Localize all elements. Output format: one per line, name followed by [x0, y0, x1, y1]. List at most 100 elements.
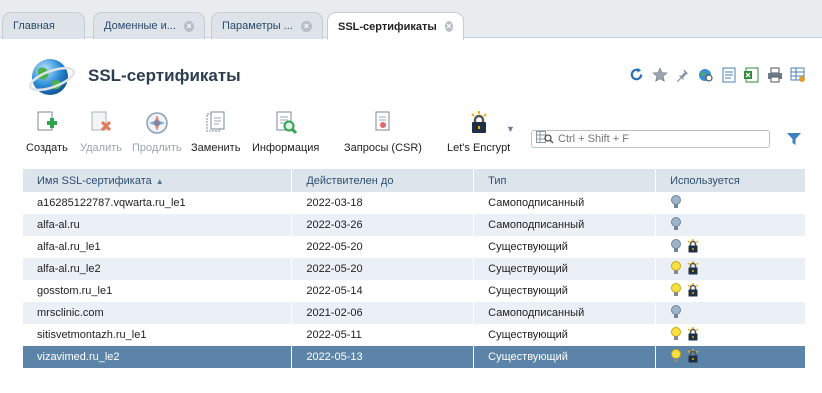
certificate-name: alfa-al.ru_le2 [23, 258, 293, 280]
valid-until: 2022-03-26 [291, 214, 475, 236]
csr-requests-button[interactable]: Запросы (CSR) [344, 110, 422, 158]
valid-until: 2022-05-20 [291, 236, 475, 258]
valid-until: 2021-02-06 [291, 302, 475, 324]
add-document-icon [34, 110, 60, 136]
lock-icon [466, 110, 492, 136]
table-row[interactable]: alfa-al.ru_le1 2022-05-20 Существующий [23, 236, 806, 258]
certificate-name: vizavimed.ru_le2 [23, 346, 293, 368]
search-input[interactable] [558, 133, 768, 145]
lets-encrypt-button[interactable]: Let's Encrypt [447, 110, 510, 158]
refresh-icon[interactable] [628, 66, 645, 83]
certificate-type: Самоподписанный [473, 192, 657, 214]
valid-until: 2022-05-13 [291, 346, 475, 368]
certificate-name: a16285122787.vqwarta.ru_le1 [23, 192, 293, 214]
valid-until: 2022-05-14 [291, 280, 475, 302]
column-header-valid-until[interactable]: Действителен до [291, 169, 475, 192]
used-status [655, 280, 806, 302]
tab-label: SSL-сертификаты [338, 20, 437, 33]
pin-icon[interactable] [674, 66, 691, 83]
certificate-name: alfa-al.ru_le1 [23, 236, 293, 258]
replace-document-icon [203, 110, 229, 136]
used-status [655, 236, 806, 258]
tab-home[interactable]: Главная [2, 12, 85, 39]
certificate-type: Существующий [473, 280, 657, 302]
chevron-down-icon[interactable]: ▼ [506, 124, 515, 134]
search-box[interactable] [531, 130, 770, 148]
used-status [655, 346, 806, 368]
certificate-request-icon [370, 110, 396, 136]
certificate-name: gosstom.ru_le1 [23, 280, 293, 302]
tab-parameters[interactable]: Параметры ... × [211, 12, 323, 39]
certificate-name: mrsclinic.com [23, 302, 293, 324]
delete-document-icon [88, 110, 114, 136]
globe-logo-icon [28, 59, 76, 95]
certificate-name: sitisvetmontazh.ru_le1 [23, 324, 293, 346]
search-document-icon [273, 110, 299, 136]
table-header-row: Имя SSL-сертификата ▲ Действителен до Тип… [23, 169, 806, 192]
table-settings-icon[interactable] [789, 66, 806, 83]
close-icon[interactable]: × [300, 20, 312, 32]
print-icon[interactable] [766, 66, 783, 83]
certificate-name: alfa-al.ru [23, 214, 293, 236]
bulb-off-icon [670, 304, 682, 322]
bulb-off-icon [670, 194, 682, 212]
sort-ascending-icon: ▲ [155, 176, 164, 186]
certificate-type: Существующий [473, 236, 657, 258]
table-row[interactable]: gosstom.ru_le1 2022-05-14 Существующий [23, 280, 806, 302]
lets-encrypt-lock-icon [686, 326, 700, 344]
tab-domains[interactable]: Доменные и... × [93, 12, 205, 39]
used-status [655, 324, 806, 346]
star-icon[interactable] [651, 66, 668, 83]
table-row[interactable]: alfa-al.ru 2022-03-26 Самоподписанный [23, 214, 806, 236]
certificates-table: Имя SSL-сертификата ▲ Действителен до Тип… [23, 169, 806, 368]
bulb-on-icon [670, 282, 682, 300]
close-icon[interactable]: × [183, 20, 194, 32]
certificate-type: Самоподписанный [473, 214, 657, 236]
create-button[interactable]: Создать [26, 110, 68, 158]
table-row[interactable]: mrsclinic.com 2021-02-06 Самоподписанный [23, 302, 806, 324]
tab-label: Главная [13, 20, 55, 32]
globe-search-icon[interactable] [697, 66, 714, 83]
valid-until: 2022-05-11 [291, 324, 475, 346]
header-actions [628, 66, 806, 83]
tab-label: Доменные и... [104, 20, 176, 32]
renew-button[interactable]: Продлить [132, 110, 182, 158]
close-icon[interactable]: × [444, 21, 453, 32]
column-header-name[interactable]: Имя SSL-сертификата ▲ [23, 169, 293, 192]
valid-until: 2022-05-20 [291, 258, 475, 280]
certificate-type: Существующий [473, 346, 657, 368]
filter-icon[interactable] [786, 131, 802, 147]
table-row[interactable]: sitisvetmontazh.ru_le1 2022-05-11 Существу… [23, 324, 806, 346]
table-row[interactable]: a16285122787.vqwarta.ru_le1 2022-03-18 Сам… [23, 192, 806, 214]
bulb-off-icon [670, 238, 682, 256]
excel-icon[interactable] [743, 66, 760, 83]
used-status [655, 192, 806, 214]
tab-strip: Главная Доменные и... × Параметры ... × … [0, 0, 822, 40]
info-button[interactable]: Информация [252, 110, 319, 158]
column-header-used[interactable]: Используется [655, 169, 806, 192]
bulb-off-icon [670, 216, 682, 234]
replace-button[interactable]: Заменить [191, 110, 240, 158]
valid-until: 2022-03-18 [291, 192, 475, 214]
bulb-on-icon [670, 348, 682, 366]
table-row[interactable]: alfa-al.ru_le2 2022-05-20 Существующий [23, 258, 806, 280]
lets-encrypt-lock-icon [686, 282, 700, 300]
bulb-on-icon [670, 260, 682, 278]
bulb-on-icon [670, 326, 682, 344]
page-title: SSL-сертификаты [88, 66, 241, 85]
table-search-icon [536, 131, 554, 147]
column-header-type[interactable]: Тип [473, 169, 657, 192]
certificate-type: Самоподписанный [473, 302, 657, 324]
certificate-type: Существующий [473, 258, 657, 280]
lets-encrypt-lock-icon [686, 260, 700, 278]
used-status [655, 302, 806, 324]
delete-button[interactable]: Удалить [80, 110, 122, 158]
lets-encrypt-lock-icon [686, 348, 700, 366]
lets-encrypt-lock-icon [686, 238, 700, 256]
used-status [655, 258, 806, 280]
tab-label: Параметры ... [222, 20, 293, 32]
compass-icon [144, 110, 170, 136]
document-icon[interactable] [720, 66, 737, 83]
table-row[interactable]: vizavimed.ru_le2 2022-05-13 Существующий [23, 346, 806, 368]
tab-ssl-certificates[interactable]: SSL-сертификаты × [327, 12, 464, 40]
